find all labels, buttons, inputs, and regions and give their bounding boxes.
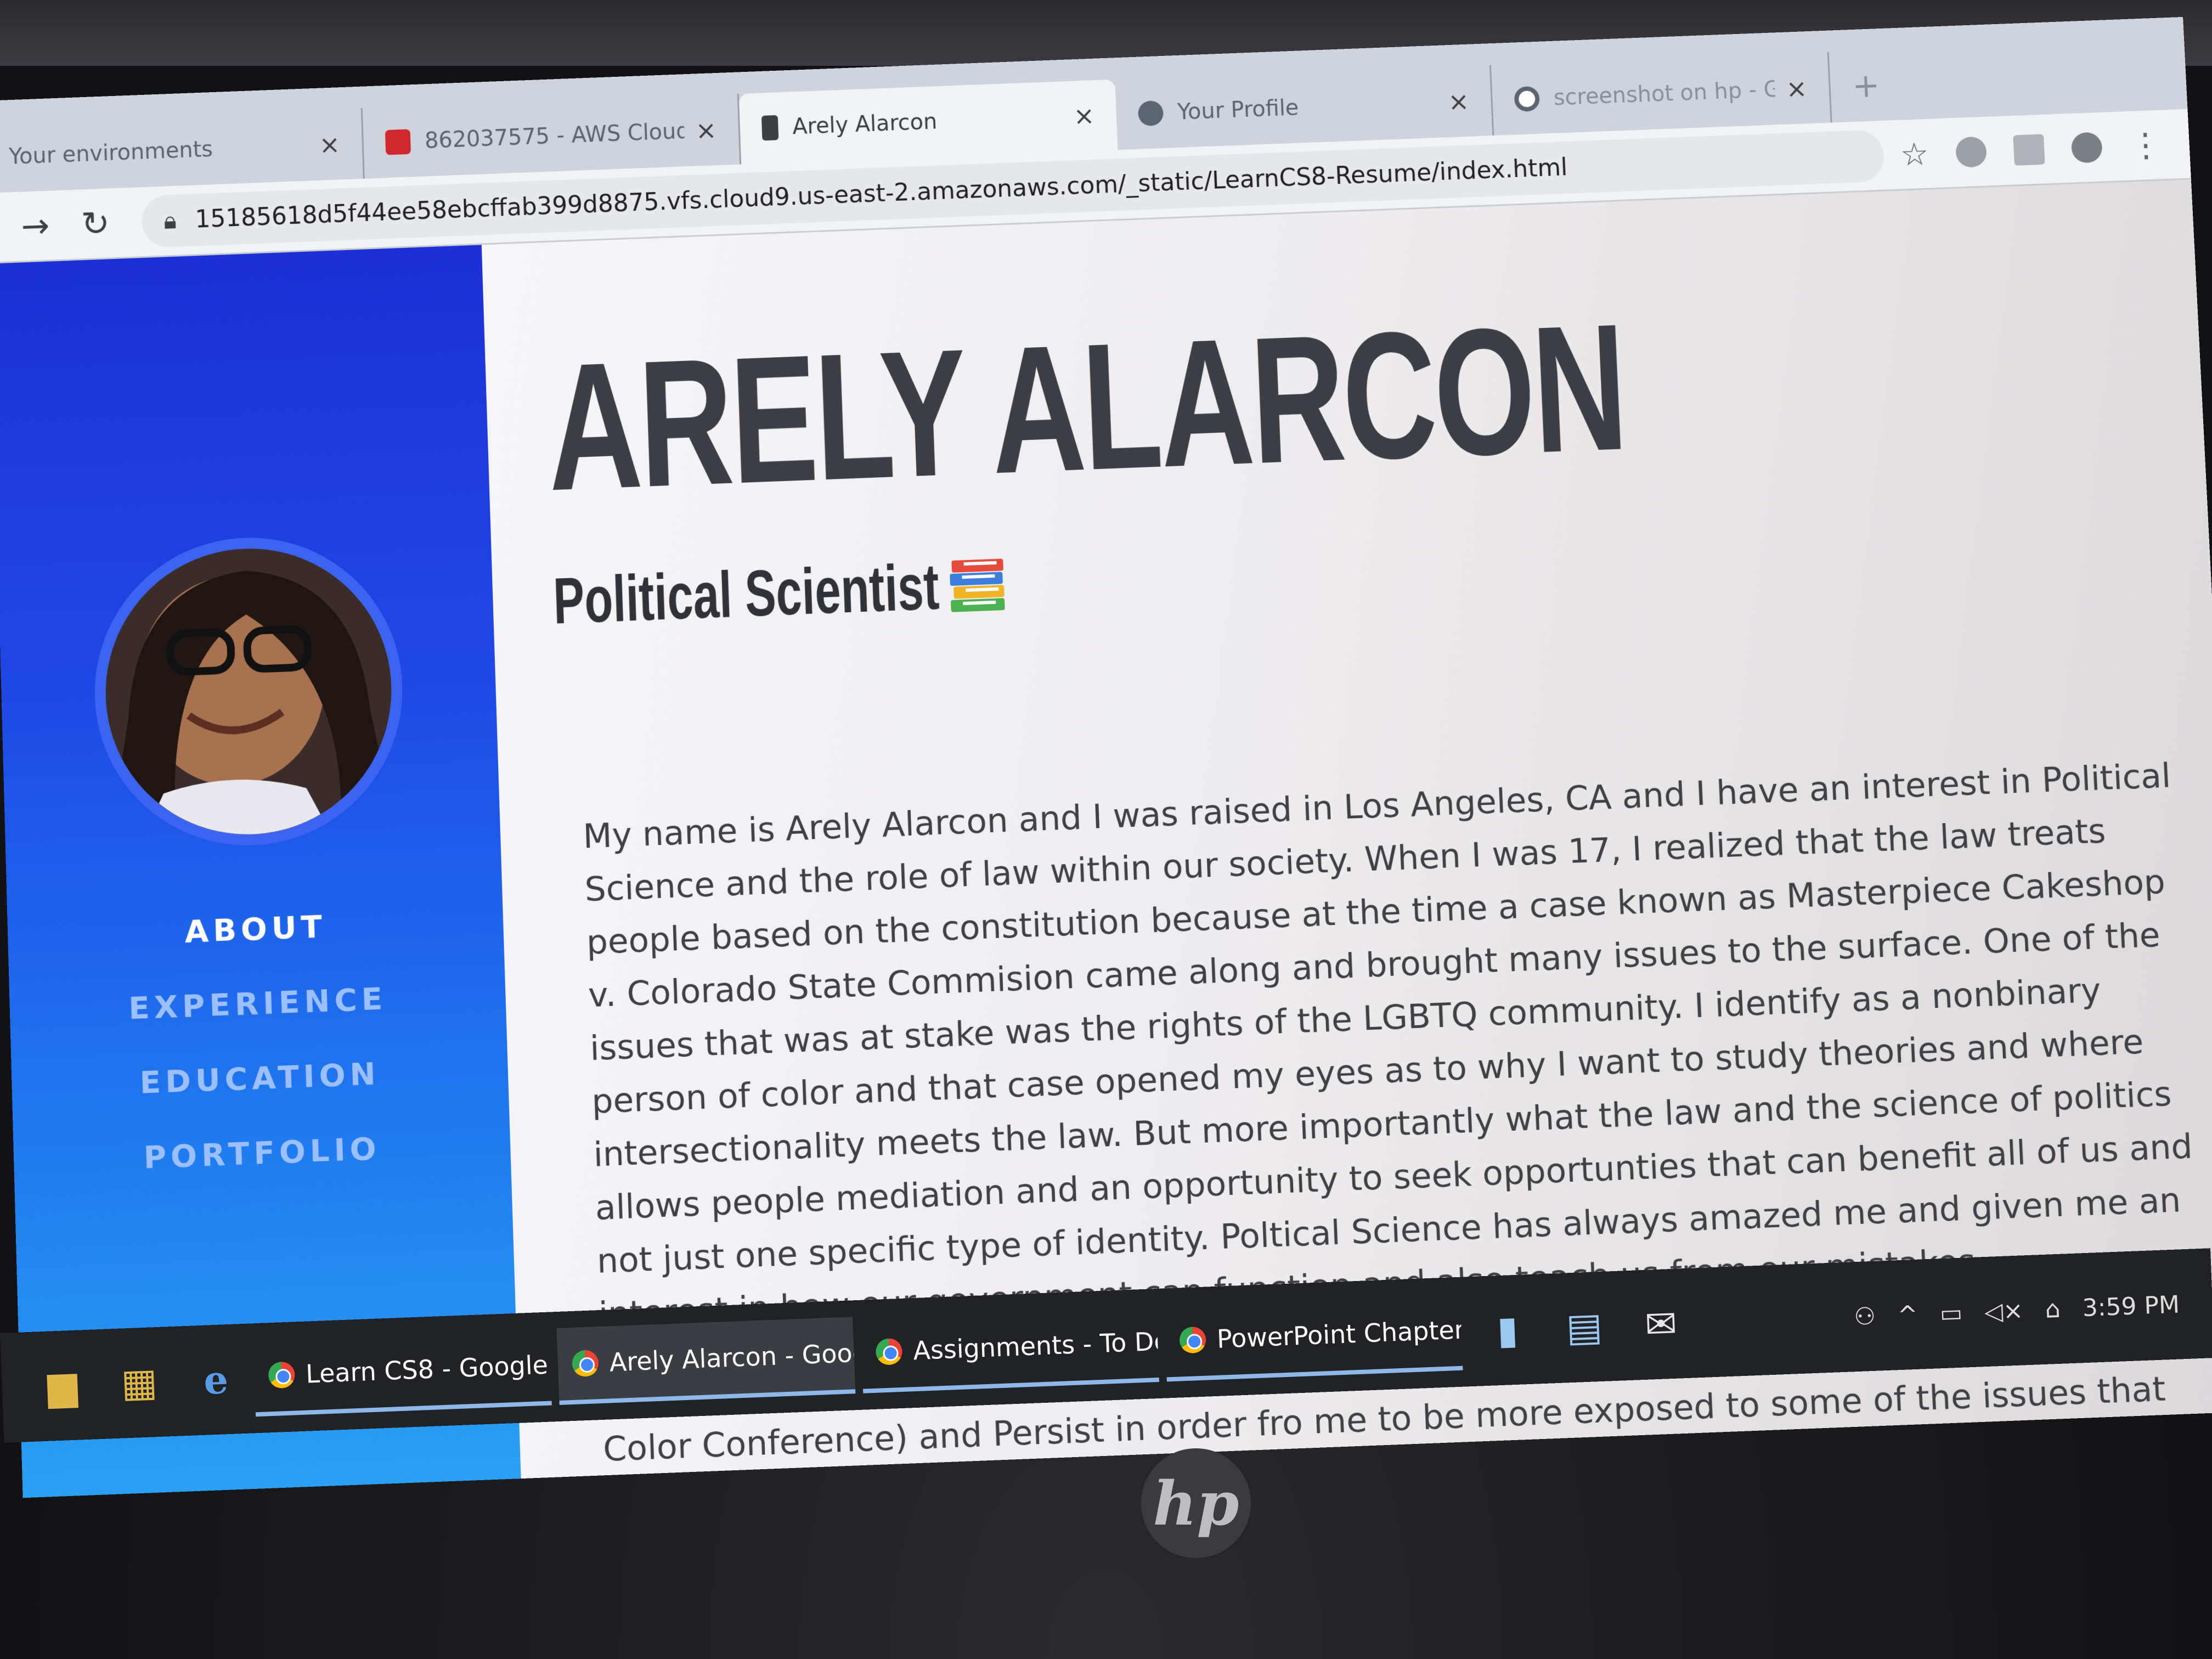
wordpad-icon[interactable]: ▤ [1559, 1301, 1610, 1352]
close-icon[interactable]: × [1785, 74, 1808, 104]
close-icon[interactable]: × [1447, 87, 1470, 117]
tab-label: Your environments [9, 133, 309, 169]
network-icon[interactable]: ⌂ [2045, 1295, 2061, 1323]
menu-kebab-icon[interactable]: ⋮ [2129, 126, 2163, 165]
toolbar-icons: ☆ ⋮ [1899, 125, 2174, 173]
bookmark-star-icon[interactable]: ☆ [1899, 135, 1929, 173]
battery-icon[interactable]: ▭ [1939, 1299, 1963, 1328]
page-title: ARELY ALARCON [544, 283, 1629, 532]
subtitle-row: Political Scientist [552, 547, 1009, 639]
close-icon[interactable]: × [319, 129, 341, 160]
taskbar-app-learn-cs8[interactable]: Learn CS8 - Google C... [253, 1329, 552, 1417]
taskbar-app-powerpoint[interactable]: PowerPoint Chapter 2... [1164, 1294, 1463, 1382]
clock[interactable]: 3:59 PM [2082, 1290, 2180, 1322]
file-explorer-icon[interactable]: ▆ [37, 1360, 88, 1411]
tab-label: Your Profile [1177, 90, 1437, 125]
pin-icon [761, 115, 778, 141]
nav-about[interactable]: ABOUT [184, 909, 327, 950]
lock-icon: 🔒︎ [163, 206, 177, 234]
profile-photo [102, 543, 396, 839]
photo-scene: Your environments × 862037575 - AWS Clou… [0, 0, 2212, 1659]
tab-label: Arely Alarcon [792, 104, 1063, 139]
new-tab-button[interactable]: + [1829, 49, 1903, 122]
chrome-icon [268, 1361, 295, 1389]
close-icon[interactable]: × [695, 115, 717, 145]
aws-cube-icon [385, 129, 411, 155]
notepad-icon[interactable]: ▮ [1482, 1305, 1533, 1356]
subtitle: Political Scientist [552, 554, 831, 639]
google-icon [1514, 86, 1540, 112]
books-icon [947, 554, 1009, 617]
system-tray: ⚇ ^ ▭ ◁× ⌂ 3:59 PM [1854, 1289, 2212, 1331]
extension-icon[interactable] [1955, 136, 1987, 168]
store-icon[interactable]: ▦ [114, 1357, 165, 1408]
avatar-ring [91, 532, 407, 851]
nav-experience[interactable]: EXPERIENCE [128, 981, 387, 1027]
sidebar: ABOUT EXPERIENCE EDUCATION PORTFOLIO [0, 245, 521, 1498]
taskbar-app-arely-alarcon[interactable]: Arely Alarcon - Googl... [556, 1317, 855, 1405]
people-icon[interactable]: ⚇ [1854, 1302, 1876, 1330]
hp-logo: hp [1141, 1448, 1251, 1558]
chrome-icon [572, 1350, 599, 1377]
avatar [102, 543, 396, 839]
taskbar-app-label: Learn CS8 - Google C... [305, 1348, 552, 1389]
github-icon [1138, 100, 1164, 126]
tab-label: 862037575 - AWS Cloud9 [424, 119, 685, 154]
profile-avatar-icon[interactable] [2071, 132, 2103, 163]
taskbar-app-label: PowerPoint Chapter 2... [1216, 1313, 1463, 1354]
nav-education[interactable]: EDUCATION [139, 1056, 381, 1101]
forward-icon[interactable]: → [5, 205, 66, 246]
cast-icon[interactable] [2013, 134, 2045, 166]
chrome-icon [876, 1338, 903, 1365]
mail-icon[interactable]: ✉ [1635, 1299, 1686, 1350]
edge-icon[interactable]: e [190, 1354, 241, 1405]
taskbar-app-label: Assignments - To Do ... [912, 1325, 1159, 1365]
tab-google-search[interactable]: screenshot on hp - Google S × [1491, 52, 1832, 136]
volume-muted-icon[interactable]: ◁× [1984, 1296, 2024, 1326]
close-icon[interactable]: × [1073, 101, 1095, 131]
chevron-up-icon[interactable]: ^ [1897, 1300, 1918, 1329]
nav-portfolio[interactable]: PORTFOLIO [143, 1131, 381, 1176]
reload-icon[interactable]: ↻ [65, 202, 126, 244]
sidebar-nav: ABOUT EXPERIENCE EDUCATION PORTFOLIO [126, 906, 392, 1176]
bio-paragraph: My name is Arely Alarcon and I was raise… [582, 749, 2212, 1342]
tab-label: screenshot on hp - Google S [1553, 77, 1776, 110]
taskbar-app-assignments[interactable]: Assignments - To Do ... [860, 1305, 1159, 1393]
taskbar-app-label: Arely Alarcon - Googl... [609, 1336, 856, 1377]
chrome-icon [1179, 1327, 1206, 1354]
